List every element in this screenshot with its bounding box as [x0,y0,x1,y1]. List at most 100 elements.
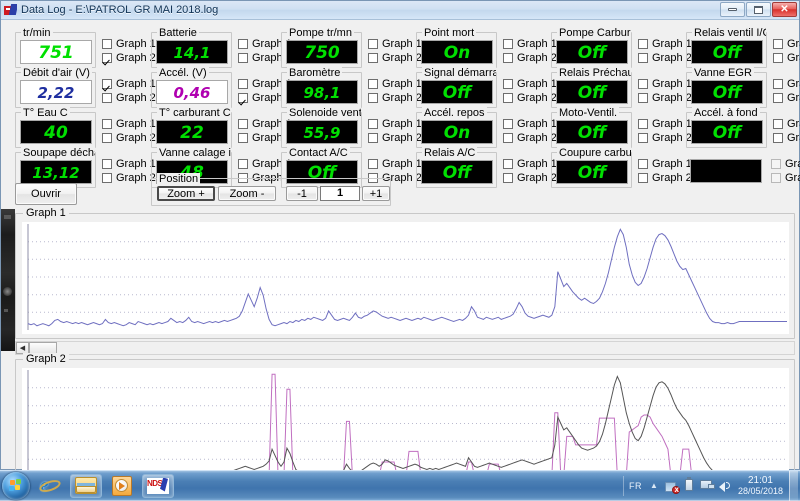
taskbar-item-media-player[interactable] [106,474,138,498]
close-button[interactable]: ✕ [772,2,797,17]
checkbox-graph1[interactable] [238,119,248,129]
checkbox-graph2[interactable] [368,93,378,103]
checkbox-graph2[interactable] [238,93,248,103]
checkbox-graph2-row[interactable]: Graph 2 [503,171,557,185]
checkbox-graph1-row[interactable]: Graph 1 [102,157,156,171]
checkbox-graph2[interactable] [638,133,648,143]
checkbox-graph2[interactable] [368,53,378,63]
checkbox-graph1-row[interactable]: Graph 1 [638,37,692,51]
checkbox-graph1[interactable] [503,119,513,129]
title-bar[interactable]: Data Log - E:\PATROL GR MAI 2018.log ✕ [1,1,799,20]
checkbox-graph2[interactable] [238,133,248,143]
checkbox-graph1-row[interactable]: Graph 1 [773,77,800,91]
checkbox-graph2-row[interactable]: Graph 2 [368,91,422,105]
checkbox-graph2-row[interactable]: Graph 2 [503,131,557,145]
taskbar-item-windows-explorer[interactable] [70,474,102,498]
checkbox-graph1[interactable] [102,79,112,89]
checkbox-graph1[interactable] [368,79,378,89]
checkbox-graph1[interactable] [773,79,783,89]
network-status-icon[interactable] [664,478,679,493]
checkbox-graph2-row[interactable]: Graph 2 [102,51,156,65]
scroll-track[interactable] [57,341,794,355]
checkbox-graph1[interactable] [238,159,248,169]
checkbox-graph1[interactable] [368,159,378,169]
network-monitor-icon[interactable] [700,478,715,493]
minimize-button[interactable] [720,2,745,17]
checkbox-graph1[interactable] [368,39,378,49]
graph2-plot[interactable] [22,368,789,481]
checkbox-graph2[interactable] [238,53,248,63]
checkbox-graph1[interactable] [638,39,648,49]
show-hidden-icons-icon[interactable]: ▲ [648,480,660,492]
checkbox-graph2[interactable] [773,53,783,63]
checkbox-graph1-row[interactable]: Graph 1 [102,117,156,131]
checkbox-graph1-row[interactable]: Graph 1 [102,77,156,91]
checkbox-graph1[interactable] [238,39,248,49]
checkbox-graph2[interactable] [102,173,112,183]
checkbox-graph2-row[interactable]: Graph 2 [638,91,692,105]
checkbox-graph1-row[interactable]: Graph 1 [638,157,692,171]
open-button[interactable]: Ouvrir [15,183,77,205]
checkbox-graph1[interactable] [102,159,112,169]
checkbox-graph2-row[interactable]: Graph 2 [773,91,800,105]
taskbar-item-internet-explorer[interactable]: e [34,474,66,498]
checkbox-graph2-row[interactable]: Graph 2 [638,131,692,145]
checkbox-graph1-row[interactable]: Graph 1 [638,77,692,91]
volume-icon[interactable] [718,478,733,493]
checkbox-graph2-row[interactable]: Graph 2 [773,51,800,65]
checkbox-graph1[interactable] [102,39,112,49]
checkbox-graph1-row[interactable]: Graph 1 [638,117,692,131]
checkbox-graph1[interactable] [638,79,648,89]
checkbox-graph2[interactable] [102,93,112,103]
checkbox-graph2-row[interactable]: Graph 2 [368,51,422,65]
checkbox-graph2[interactable] [503,173,513,183]
checkbox-graph1-row[interactable]: Graph 1 [773,117,800,131]
checkbox-graph2[interactable] [638,53,648,63]
battery-icon[interactable] [682,478,697,493]
checkbox-graph2[interactable] [102,133,112,143]
zoom-out-button[interactable]: Zoom - [218,186,276,201]
maximize-button[interactable] [746,2,771,17]
position-value-input[interactable]: 1 [320,186,360,201]
checkbox-graph2[interactable] [368,133,378,143]
checkbox-graph2-row[interactable]: Graph 2 [102,131,156,145]
checkbox-graph2-row[interactable]: Graph 2 [368,131,422,145]
checkbox-graph1[interactable] [638,119,648,129]
graph1-scrollbar[interactable]: ◀ [15,341,795,355]
checkbox-graph2-row[interactable]: Graph 2 [773,131,800,145]
checkbox-graph2-row[interactable]: Graph 2 [638,171,692,185]
checkbox-graph1-row[interactable]: Graph 1 [773,37,800,51]
checkbox-graph1[interactable] [102,119,112,129]
start-button[interactable] [2,472,30,500]
graph1-plot[interactable] [22,222,789,334]
checkbox-graph1-row[interactable]: Graph 1 [102,37,156,51]
position-increment-button[interactable]: +1 [362,186,390,201]
checkbox-graph1[interactable] [773,119,783,129]
checkbox-graph2[interactable] [773,133,783,143]
checkbox-graph2-row[interactable]: Graph 2 [102,171,156,185]
checkbox-graph1-row[interactable]: Graph 1 [368,157,422,171]
checkbox-graph2[interactable] [102,53,112,63]
checkbox-graph2-row[interactable]: Graph 2 [102,91,156,105]
checkbox-graph1-row[interactable]: Graph 1 [503,117,557,131]
language-indicator[interactable]: FR [629,481,642,491]
clock[interactable]: 21:01 28/05/2018 [738,475,783,497]
checkbox-graph1[interactable] [773,39,783,49]
checkbox-graph1-row[interactable]: Graph 1 [503,37,557,51]
checkbox-graph1-row[interactable]: Graph 1 [368,117,422,131]
checkbox-graph1[interactable] [503,79,513,89]
checkbox-graph1[interactable] [638,159,648,169]
checkbox-graph2[interactable] [638,173,648,183]
checkbox-graph1-row[interactable]: Graph 1 [503,77,557,91]
checkbox-graph1[interactable] [368,119,378,129]
checkbox-graph2[interactable] [773,93,783,103]
checkbox-graph1-row[interactable]: Graph 1 [368,37,422,51]
checkbox-graph2[interactable] [638,93,648,103]
checkbox-graph1-row[interactable]: Graph 1 [503,157,557,171]
position-decrement-button[interactable]: -1 [286,186,318,201]
checkbox-graph1[interactable] [503,39,513,49]
checkbox-graph2[interactable] [503,53,513,63]
zoom-in-button[interactable]: Zoom + [157,186,215,201]
checkbox-graph2-row[interactable]: Graph 2 [503,91,557,105]
checkbox-graph1-row[interactable]: Graph 1 [368,77,422,91]
